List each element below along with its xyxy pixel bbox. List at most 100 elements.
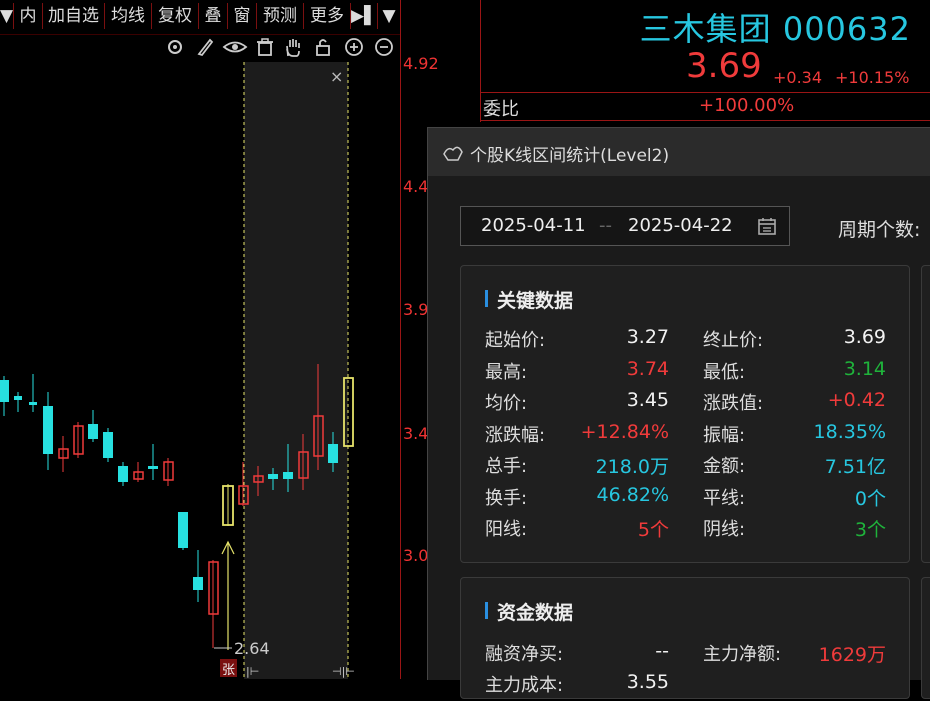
- candle: [328, 444, 338, 463]
- toolbar-inner[interactable]: 内: [13, 3, 42, 29]
- turnover-value: 46.82%: [596, 484, 669, 506]
- date-separator: --: [599, 215, 612, 236]
- toolbar-more[interactable]: 更多: [303, 3, 350, 29]
- fund-data-title: 资金数据: [497, 602, 574, 624]
- app-logo-icon: [443, 146, 463, 161]
- amount-value: 7.51亿: [824, 456, 886, 478]
- change-pct-value: +12.84%: [580, 421, 669, 443]
- toolbar-dropdown-left[interactable]: ▼: [0, 3, 13, 29]
- flat-count-label: 平线:: [703, 488, 746, 509]
- range-handle-right[interactable]: ⊣|⊢: [332, 665, 355, 678]
- stat-row: 涨跌幅: +12.84% 振幅: 18.35%: [461, 421, 909, 451]
- amplitude-label: 振幅:: [703, 425, 746, 446]
- stock-change: +0.34: [773, 68, 823, 87]
- price-axis-label: 4.4: [403, 177, 429, 196]
- dialog-title: 个股K线区间统计(Level2): [470, 146, 670, 166]
- volume-label: 总手:: [485, 456, 528, 477]
- selected-range-highlight: [244, 62, 348, 679]
- high-value: 3.74: [626, 358, 669, 380]
- chart-tool-icons: [160, 36, 400, 62]
- key-data-panel: 关键数据 起始价: 3.27 终止价: 3.69 最高: 3.74 最低: 3.…: [460, 265, 910, 563]
- up-count-value: 5个: [637, 519, 669, 541]
- key-data-title: 关键数据: [497, 290, 574, 312]
- dialog-header[interactable]: 个股K线区间统计(Level2): [428, 128, 930, 176]
- margin-net-buy-value: --: [655, 640, 669, 662]
- date-end[interactable]: 2025-04-22: [628, 215, 733, 236]
- eye-icon[interactable]: [222, 36, 248, 58]
- down-count-label: 阴线:: [703, 519, 746, 540]
- avg-price-value: 3.45: [626, 389, 669, 411]
- turnover-label: 换手:: [485, 488, 528, 509]
- margin-net-buy-label: 融资净买:: [485, 644, 564, 665]
- range-handle-left[interactable]: |⊢: [246, 665, 259, 678]
- divider: [481, 120, 930, 121]
- start-price-label: 起始价:: [485, 330, 546, 351]
- date-range-picker[interactable]: 2025-04-11 -- 2025-04-22: [460, 206, 790, 246]
- flat-count-value: 0个: [854, 488, 886, 510]
- main-cost-label: 主力成本:: [485, 675, 564, 696]
- calendar-icon[interactable]: [757, 216, 777, 236]
- stat-row: 均价: 3.45 涨跌值: +0.42: [461, 389, 909, 419]
- candle: [29, 402, 37, 405]
- main-net-amount-label: 主力净额:: [703, 644, 782, 665]
- weibi-label: 委比: [483, 99, 519, 120]
- candle: [0, 380, 9, 402]
- weibi-value: +100.00%: [699, 95, 795, 116]
- toolbar-overlay[interactable]: 叠: [198, 3, 227, 29]
- low-label: 最低:: [703, 362, 746, 383]
- pen-icon[interactable]: [194, 36, 216, 58]
- date-start[interactable]: 2025-04-11: [481, 215, 586, 236]
- candlestick-chart[interactable]: × 2.64 张 |⊢ ⊣|⊢: [0, 62, 400, 679]
- down-count-value: 3个: [854, 519, 886, 541]
- toolbar-add-watchlist[interactable]: 加自选: [42, 3, 104, 29]
- end-price-value: 3.69: [843, 326, 886, 348]
- period-count-label: 周期个数:: [838, 219, 921, 241]
- up-count-label: 阳线:: [485, 519, 528, 540]
- stat-row: 起始价: 3.27 终止价: 3.69: [461, 326, 909, 356]
- stock-price: 3.69: [686, 46, 762, 86]
- change-value: +0.42: [827, 389, 886, 411]
- candle: [118, 466, 128, 482]
- gear-icon[interactable]: [164, 36, 186, 58]
- zoom-out-icon[interactable]: [373, 36, 395, 58]
- stat-row: 主力成本: 3.55: [461, 671, 909, 701]
- stat-row: 换手: 46.82% 平线: 0个: [461, 484, 909, 514]
- candle: [193, 577, 203, 590]
- candle: [148, 466, 158, 469]
- candle: [268, 474, 278, 479]
- price-axis-label: 3.9: [403, 300, 429, 319]
- end-price-label: 终止价:: [703, 330, 764, 351]
- candle: [103, 432, 113, 458]
- price-axis-label: 4.92: [403, 54, 439, 73]
- zoom-in-icon[interactable]: [343, 36, 365, 58]
- hand-icon[interactable]: [282, 36, 304, 58]
- stat-row: 阳线: 5个 阴线: 3个: [461, 515, 909, 545]
- stat-row: 融资净买: -- 主力净额: 1629万: [461, 640, 909, 670]
- main-cost-value: 3.55: [626, 671, 669, 693]
- toolbar-window[interactable]: 窗: [227, 3, 256, 29]
- range-stats-dialog: 个股K线区间统计(Level2) 2025-04-11 -- 2025-04-2…: [427, 127, 930, 699]
- volume-value: 218.0万: [595, 456, 669, 478]
- avg-price-label: 均价:: [485, 393, 528, 414]
- lock-icon[interactable]: [312, 36, 334, 58]
- chart-toolbar: ▼ 内 加自选 均线 复权 叠 窗 预测 更多 ▶▌ ▼: [0, 0, 400, 35]
- stat-row: 总手: 218.0万 金额: 7.51亿: [461, 452, 909, 482]
- change-value-label: 涨跌值:: [703, 393, 764, 414]
- stock-change-pct: +10.15%: [835, 68, 910, 87]
- toolbar-moving-average[interactable]: 均线: [104, 3, 151, 29]
- range-close-button[interactable]: ×: [330, 67, 343, 86]
- high-label: 最高:: [485, 362, 528, 383]
- divider: [481, 92, 930, 93]
- amount-label: 金额:: [703, 456, 746, 477]
- candle: [43, 406, 53, 454]
- stock-name-code: 三木集团 000632: [639, 10, 911, 48]
- toolbar-dropdown-right[interactable]: ▼: [377, 3, 400, 29]
- toolbar-forecast[interactable]: 预测: [256, 3, 303, 29]
- toolbar-adjust[interactable]: 复权: [151, 3, 198, 29]
- candle: [88, 424, 98, 439]
- candle: [178, 512, 188, 548]
- price-axis-label: 3.4: [403, 424, 429, 443]
- trash-icon[interactable]: [254, 36, 276, 58]
- stat-row: 最高: 3.74 最低: 3.14: [461, 358, 909, 388]
- toolbar-expand-button[interactable]: ▶▌: [350, 3, 377, 29]
